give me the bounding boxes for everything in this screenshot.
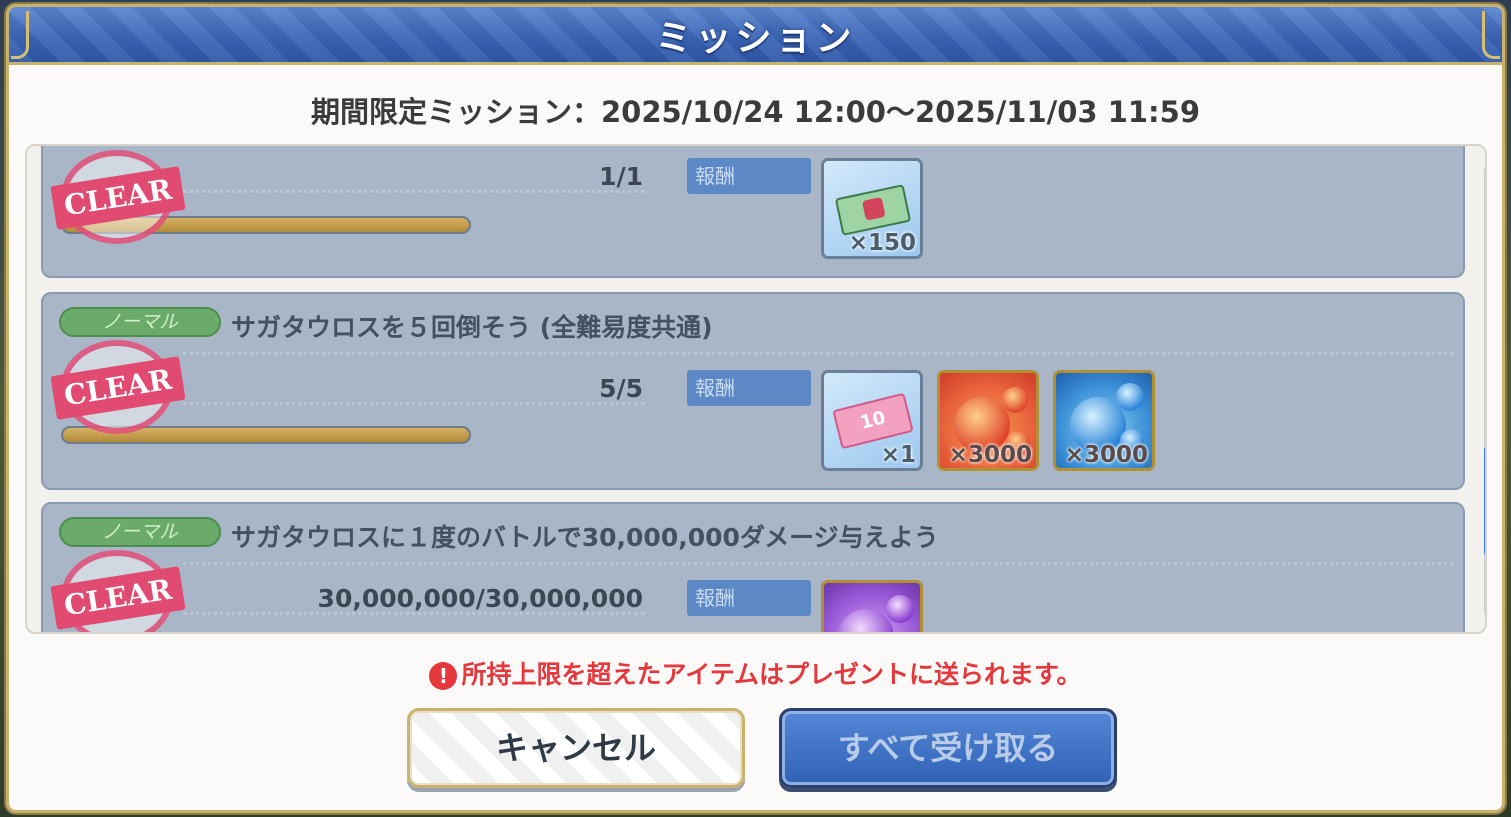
clear-stamp: CLEAR [50, 340, 186, 434]
clear-stamp: CLEAR [50, 550, 186, 632]
reward-item[interactable]: ×3000 [1053, 370, 1155, 471]
reward-label: 報酬 [687, 370, 811, 406]
warning-text: 所持上限を超えたアイテムはプレゼントに送られます。 [461, 660, 1082, 689]
reward-item[interactable]: ×3000 [937, 370, 1039, 471]
cancel-button[interactable]: キャンセル [407, 708, 745, 788]
corner-ornament-icon [11, 11, 29, 59]
reward-item[interactable]: 10 ×1 [821, 370, 923, 471]
dialog-title: ミッション [655, 17, 856, 59]
reward-quantity: ×150 [848, 230, 916, 256]
mission-title: サガタウロスを５回倒そう (全難易度共通) [231, 313, 713, 342]
dialog-title-bar: ミッション [9, 7, 1502, 65]
clear-stamp: CLEAR [50, 150, 186, 244]
difficulty-badge: ノーマル [59, 517, 221, 547]
scrollbar-thumb[interactable] [1484, 446, 1485, 556]
reward-quantity: ×3000 [1064, 442, 1148, 468]
mission-dialog: ミッション 期間限定ミッション：2025/10/24 12:00〜2025/11… [6, 4, 1505, 813]
reward-quantity: ×1 [880, 442, 916, 468]
reward-label: 報酬 [687, 158, 811, 194]
corner-ornament-icon [1482, 11, 1500, 59]
scrollbar[interactable] [1484, 166, 1485, 616]
mission-card: ノーマル サガタウロスに１度のバトルで30,000,000ダメージ与えよう 30… [41, 502, 1465, 632]
difficulty-badge: ノーマル [59, 307, 221, 337]
reward-quantity: ×3000 [948, 442, 1032, 468]
gacha-ticket-10-icon: 10 [832, 392, 914, 450]
reward-item[interactable] [821, 580, 923, 632]
warning-icon: ! [429, 662, 458, 690]
mission-period: 期間限定ミッション：2025/10/24 12:00〜2025/11/03 11… [310, 95, 1201, 129]
mission-title: サガタウロスに１度のバトルで30,000,000ダメージ与えよう [231, 523, 939, 552]
ticket-icon [834, 184, 912, 236]
receive-all-button[interactable]: すべて受け取る [779, 708, 1117, 788]
inventory-warning: ! 所持上限を超えたアイテムはプレゼントに送られます。 [9, 655, 1502, 691]
reward-item[interactable]: ×150 [821, 158, 923, 259]
mission-card: ノーマル サガタウロスを５回倒そう (全難易度共通) 5/5 CLEAR 報酬 … [41, 292, 1465, 490]
mission-card: 1/1 CLEAR 報酬 ×150 [41, 146, 1465, 278]
mission-list[interactable]: 1/1 CLEAR 報酬 ×150 ノーマル サガタウロスを５回倒そう (全難易… [25, 144, 1487, 634]
reward-label: 報酬 [687, 580, 811, 616]
